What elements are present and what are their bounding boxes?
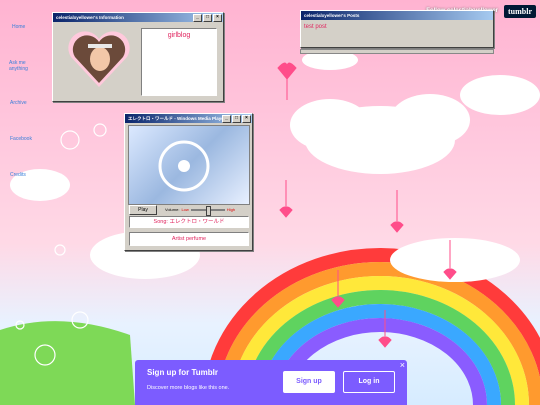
artist-name: perfume	[185, 236, 207, 242]
posts-window: celestialxyellower's Posts test post	[300, 10, 494, 48]
close-icon[interactable]: ×	[213, 14, 222, 22]
maximize-icon[interactable]: □	[203, 14, 212, 22]
nav-facebook-link[interactable]: Facebook	[10, 136, 32, 142]
album-art	[128, 125, 250, 205]
post-item[interactable]: test post	[301, 20, 493, 34]
signup-subtitle: Discover more blogs like this one.	[147, 385, 230, 391]
player-title: エレクトロ・ワールド - Windows Media Player	[128, 116, 226, 121]
posts-scrollbar[interactable]	[300, 49, 494, 54]
nav-ask-link[interactable]: Ask me anything	[9, 60, 33, 72]
maximize-icon[interactable]: □	[232, 115, 241, 123]
posts-window-titlebar[interactable]: celestialxyellower's Posts	[301, 11, 493, 20]
info-text-panel: girlblog	[141, 28, 217, 96]
media-player-window: エレクトロ・ワールド - Windows Media Player _ □ × …	[124, 113, 253, 251]
login-button[interactable]: Log in	[343, 371, 395, 393]
signup-title: Sign up for Tumblr	[147, 368, 218, 377]
tumblr-logo-button[interactable]: tumblr	[504, 4, 536, 18]
player-titlebar[interactable]: エレクトロ・ワールド - Windows Media Player _ □ ×	[125, 114, 252, 123]
volume-slider[interactable]	[190, 205, 225, 216]
volume-low-label: Low	[181, 207, 189, 212]
signup-button[interactable]: Sign up	[283, 371, 335, 393]
volume-label: Volume:	[165, 207, 180, 212]
info-window-title: celestialxyellower's Information	[56, 15, 124, 20]
volume-high-label: High	[226, 207, 236, 212]
close-icon[interactable]: ×	[242, 115, 251, 123]
nav-archive-link[interactable]: Archive	[10, 100, 27, 106]
signup-banner: Sign up for Tumblr Discover more blogs l…	[135, 360, 407, 405]
artist-label: Artist	[171, 236, 185, 242]
volume-control: Volume: Low High	[165, 205, 236, 216]
grass-hill	[0, 321, 135, 405]
song-name: エレクトロ・ワールド	[169, 219, 225, 225]
song-field: Song: エレクトロ・ワールド	[129, 216, 249, 228]
minimize-icon[interactable]: _	[193, 14, 202, 22]
artist-field: Artist perfume	[129, 232, 249, 246]
info-window-titlebar[interactable]: celestialxyellower's Information _ □ ×	[53, 13, 223, 22]
close-icon[interactable]: ×	[400, 361, 405, 370]
minimize-icon[interactable]: _	[222, 115, 231, 123]
volume-thumb[interactable]	[205, 205, 211, 216]
nav-credits-link[interactable]: Credits	[10, 172, 26, 178]
info-window: celestialxyellower's Information _ □ × g…	[52, 12, 224, 102]
play-button[interactable]: Play	[129, 205, 157, 215]
song-label: Song:	[153, 219, 168, 225]
blog-description: girlblog	[167, 32, 191, 39]
nav-home-link[interactable]: Home	[12, 24, 25, 30]
profile-avatar	[65, 27, 133, 89]
posts-window-title: celestialxyellower's Posts	[304, 13, 360, 18]
